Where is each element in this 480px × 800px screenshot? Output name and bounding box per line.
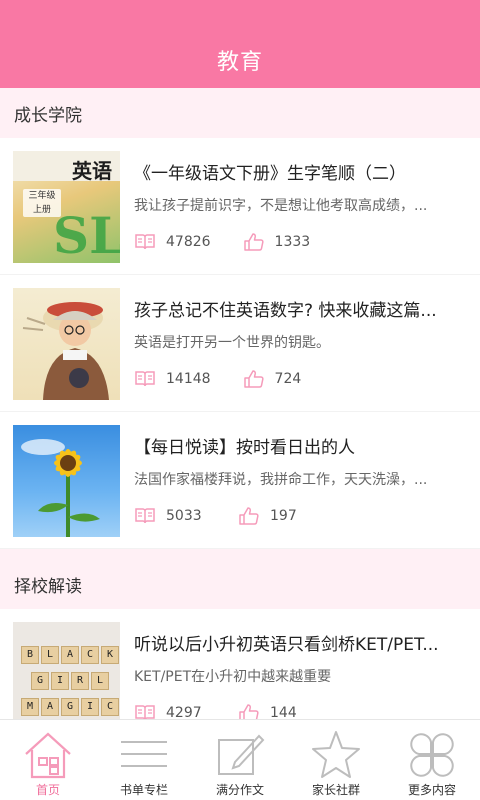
letter-tile: I [51, 672, 69, 690]
article-title[interactable]: 《一年级语文下册》生字笔顺（二） [134, 162, 466, 186]
letter-tile: A [61, 646, 79, 664]
letter-tile: G [61, 698, 79, 716]
read-count: 47826 [166, 234, 211, 250]
section-header-school-choice: 择校解读 [0, 559, 480, 609]
letter-tile: K [101, 646, 119, 664]
article-title[interactable]: 听说以后小升初英语只看剑桥KET/PET... [134, 633, 466, 657]
tab-community[interactable]: 家长社群 [288, 720, 384, 800]
thumbs-up-icon[interactable] [238, 506, 260, 526]
article-card[interactable]: 英语 三年级 上册 SL 《一年级语文下册》生字笔顺（二） 我让孩子提前识字，不… [0, 138, 480, 275]
article-thumbnail-grandma-knitting [13, 288, 120, 400]
article-summary: 法国作家福楼拜说，我拼命工作，天天洗澡，... [134, 472, 428, 488]
letter-tile: L [41, 646, 59, 664]
thumbs-up-icon[interactable] [243, 369, 265, 389]
top-bar: 教育 [0, 0, 480, 88]
like-count: 144 [270, 705, 297, 719]
book-icon [135, 705, 155, 719]
clover-icon [410, 733, 454, 777]
book-cover-title: 英语 [72, 159, 112, 183]
section-divider [0, 549, 480, 559]
book-icon [135, 234, 155, 250]
star-icon [312, 731, 360, 778]
letter-tile: L [91, 672, 109, 690]
like-count: 197 [270, 508, 297, 524]
bottom-tab-bar: 首页 书单专栏 满分作文 家长社群 更多内容 [0, 719, 480, 800]
article-summary: 我让孩子提前识字，不是想让他考取高成绩，... [134, 198, 428, 214]
article-card[interactable]: B L A C K G I R L M A G I C 听说以后小升初英语只看剑… [0, 609, 480, 719]
letter-tile: M [21, 698, 39, 716]
letter-tile: B [21, 646, 39, 664]
read-count: 14148 [166, 371, 211, 387]
book-icon [135, 371, 155, 387]
article-thumbnail-sunflower [13, 425, 120, 537]
tab-booklist[interactable]: 书单专栏 [96, 720, 192, 800]
tab-essay[interactable]: 满分作文 [192, 720, 288, 800]
list-icon [121, 741, 167, 767]
letter-tile: C [81, 646, 99, 664]
tab-label: 满分作文 [215, 783, 264, 797]
letter-tile: G [31, 672, 49, 690]
letter-tile: C [101, 698, 119, 716]
read-count: 5033 [166, 508, 202, 524]
letter-tile: R [71, 672, 89, 690]
edit-icon [218, 734, 265, 775]
home-icon [25, 732, 71, 779]
article-summary: KET/PET在小升初中越来越重要 [134, 669, 332, 685]
tab-label: 首页 [35, 783, 60, 797]
tab-label: 更多内容 [407, 783, 456, 797]
read-count: 4297 [166, 705, 202, 719]
article-thumbnail-english-book: 英语 三年级 上册 SL [13, 151, 120, 263]
letter-tile: I [81, 698, 99, 716]
tab-more[interactable]: 更多内容 [384, 720, 480, 800]
like-count: 1333 [274, 234, 311, 250]
letter-tile: A [41, 698, 59, 716]
page-title: 教育 [216, 50, 263, 75]
like-count: 724 [274, 371, 302, 387]
article-card[interactable]: 孩子总记不住英语数字? 快来收藏这篇... 英语是打开另一个世界的钥匙。 141… [0, 275, 480, 412]
feed-content[interactable]: 成长学院 英语 三年级 上册 SL 《一年级语文下册》生字笔顺（二） 我让孩子提… [0, 88, 480, 719]
tab-label: 书单专栏 [119, 783, 168, 797]
article-title[interactable]: 【每日悦读】按时看日出的人 [134, 436, 466, 460]
article-thumbnail-letter-tiles: B L A C K G I R L M A G I C [13, 622, 120, 719]
sunflower-illustration [21, 439, 100, 537]
thumbs-up-icon[interactable] [238, 703, 260, 719]
tab-label: 家长社群 [311, 783, 360, 797]
section-header-growth: 成长学院 [0, 88, 480, 138]
thumbs-up-icon[interactable] [243, 232, 265, 252]
tab-home[interactable]: 首页 [0, 720, 96, 800]
book-icon [135, 508, 155, 524]
article-card[interactable]: 【每日悦读】按时看日出的人 法国作家福楼拜说，我拼命工作，天天洗澡，... 50… [0, 412, 480, 549]
book-cover-letters: SL [53, 206, 120, 263]
article-title[interactable]: 孩子总记不住英语数字? 快来收藏这篇... [134, 299, 466, 323]
grandma-illustration [22, 302, 109, 400]
article-summary: 英语是打开另一个世界的钥匙。 [134, 335, 330, 351]
